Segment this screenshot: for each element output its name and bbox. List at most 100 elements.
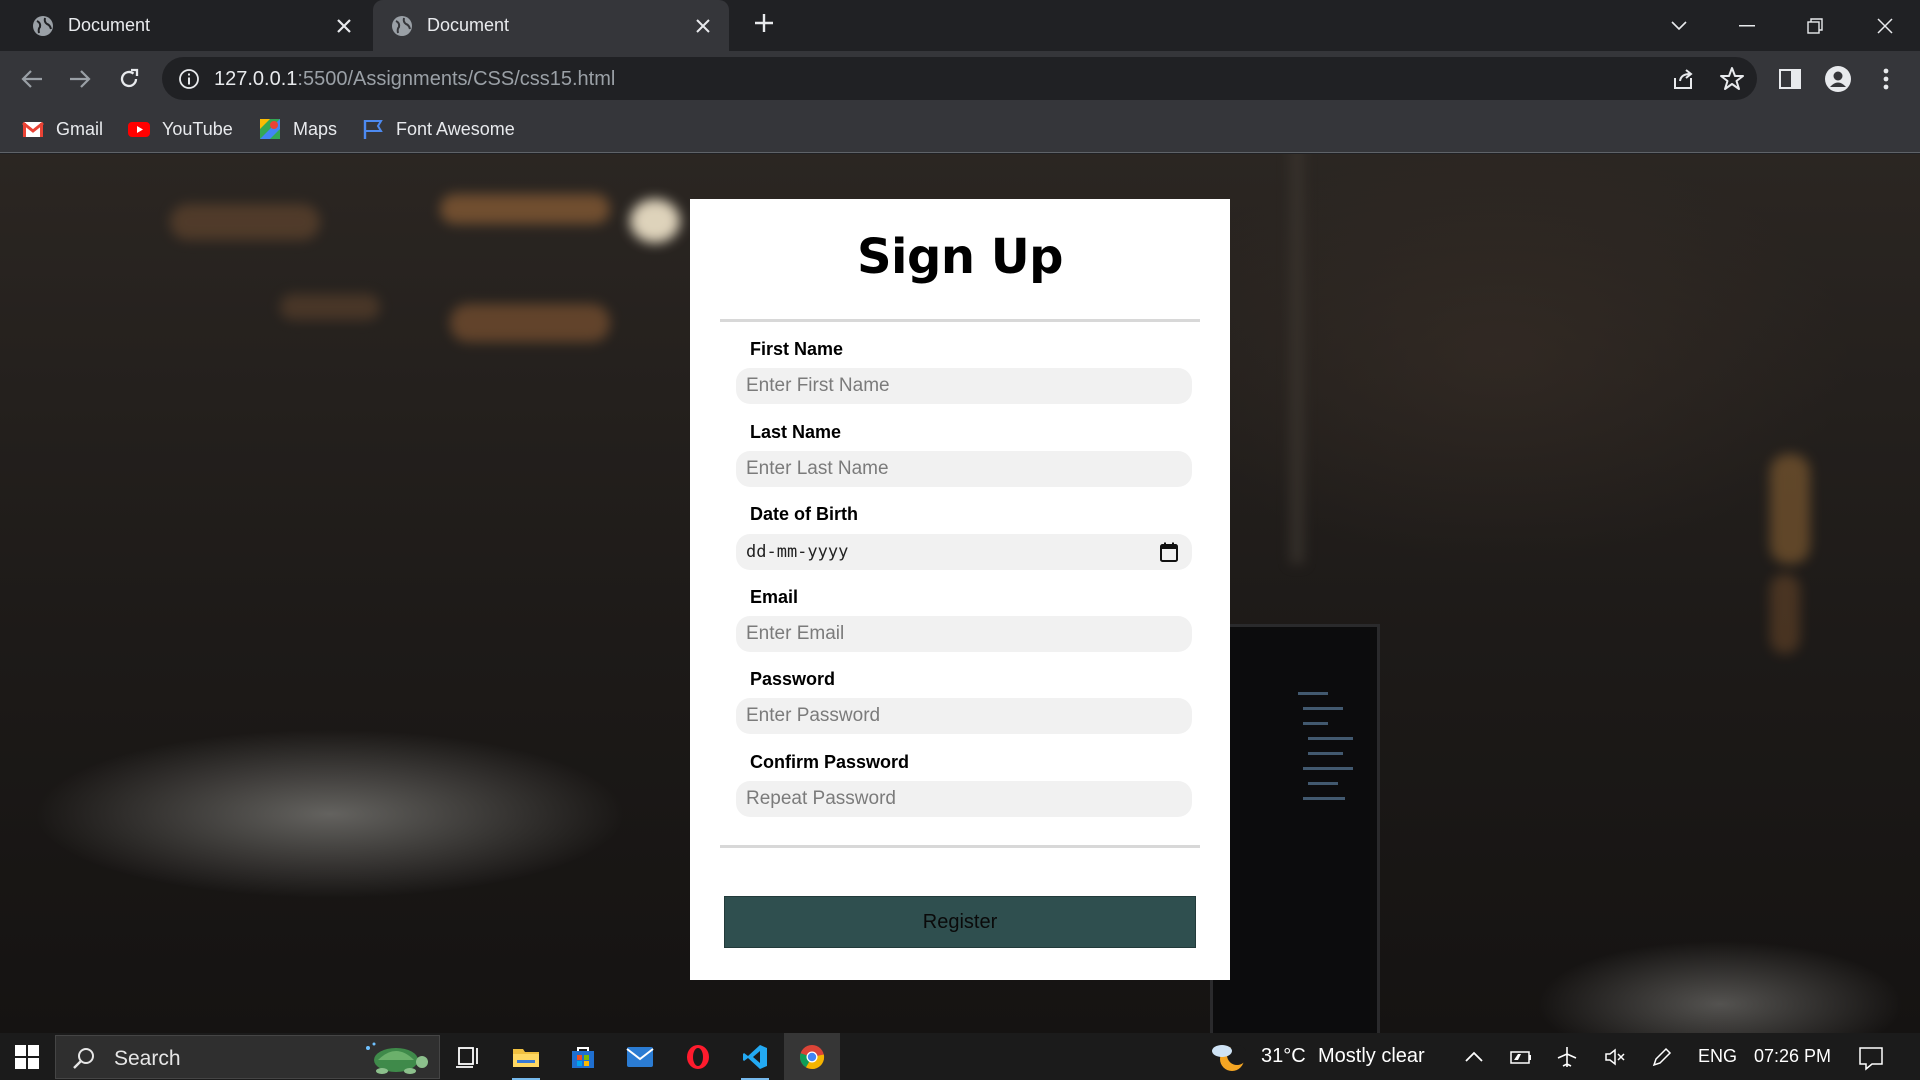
background-code-line [1308,782,1338,785]
task-view-button[interactable] [450,1039,486,1075]
volume-muted-icon[interactable] [1603,1045,1627,1069]
arrow-left-icon [21,70,42,88]
profile-button[interactable] [1822,63,1854,95]
background-code-line [1303,797,1345,800]
vscode-button[interactable] [737,1039,773,1080]
reload-button[interactable] [113,63,145,95]
tab-search-button[interactable] [1661,8,1697,44]
background-lamp [630,199,680,243]
store-button[interactable] [565,1039,601,1075]
url-host: 127.0.0.1 [214,68,298,90]
tab-close-icon[interactable] [691,14,715,38]
pen-icon[interactable] [1650,1045,1674,1069]
store-icon [572,1047,594,1068]
tab-close-icon[interactable] [332,14,356,38]
bookmarks-bar: Gmail YouTube Maps Font Awesome [0,106,1920,153]
notifications-icon[interactable] [1858,1045,1884,1071]
bookmark-label: YouTube [162,118,233,139]
search-icon [73,1048,94,1069]
minimize-icon [1739,25,1755,27]
first-name-input[interactable] [736,368,1192,404]
info-icon[interactable] [178,68,200,90]
background-light [450,304,610,342]
background-code-line [1303,707,1343,710]
new-tab-button[interactable] [748,10,780,42]
bookmark-gmail[interactable]: Gmail [22,116,103,142]
close-icon [1877,18,1893,34]
email-label: Email [750,587,799,607]
confirm-password-input[interactable] [736,781,1192,817]
bookmark-star-icon[interactable] [1719,66,1745,92]
turtle-icon [366,1042,428,1074]
taskbar-search[interactable]: Search [55,1035,440,1079]
side-panel-icon [1779,69,1801,89]
email-input[interactable] [736,616,1192,652]
mail-icon [626,1047,654,1067]
weather-temperature[interactable]: 31°C [1261,1045,1306,1068]
maps-icon [260,119,280,139]
language-indicator[interactable]: ENG [1698,1046,1737,1067]
weather-condition[interactable]: Mostly clear [1318,1045,1425,1068]
vscode-icon [743,1045,767,1069]
weather-moon-cloud-icon[interactable] [1210,1041,1246,1075]
mail-button[interactable] [622,1039,658,1075]
share-icon[interactable] [1671,66,1697,92]
close-window-button[interactable] [1867,8,1903,44]
restore-button[interactable] [1797,8,1833,44]
tab-title: Document [68,15,151,35]
task-view-icon [456,1047,478,1068]
chevron-down-icon [1671,21,1687,31]
tab-document-2[interactable]: Document [373,0,729,51]
background-code-line [1298,692,1328,695]
signup-card: Sign Up First Name Last Name Date of Bir… [690,199,1230,980]
tab-title: Document [427,15,510,35]
top-divider [720,319,1200,322]
airplane-mode-icon[interactable] [1555,1045,1579,1069]
bookmark-label: Gmail [56,118,104,139]
opera-icon [687,1045,709,1069]
minimize-button[interactable] [1729,8,1765,44]
side-panel-button[interactable] [1774,63,1806,95]
browser-tabstrip: Document Document [0,0,1920,51]
confirm-password-label: Confirm Password [750,752,910,772]
chrome-icon [800,1044,825,1069]
forward-button[interactable] [64,63,96,95]
opera-button[interactable] [680,1039,716,1075]
register-button[interactable]: Register [724,896,1196,948]
back-button[interactable] [16,63,48,95]
background-code-line [1308,752,1343,755]
bookmark-maps[interactable]: Maps [259,116,337,142]
url-text: 127.0.0.1:5500/Assignments/CSS/css15.htm… [214,68,615,91]
last-name-label: Last Name [750,422,842,442]
background-light [440,194,610,224]
youtube-icon [128,122,150,137]
chrome-button[interactable] [784,1033,840,1080]
bookmark-youtube[interactable]: YouTube [128,116,233,142]
background-code-line [1303,722,1328,725]
chevron-up-icon[interactable] [1462,1045,1486,1069]
clock[interactable]: 07:26 PM [1754,1046,1831,1067]
menu-button[interactable] [1870,63,1902,95]
profile-avatar-icon [1825,66,1851,92]
background-code-line [1308,737,1353,740]
start-button[interactable] [0,1033,54,1080]
arrow-right-icon [70,70,91,88]
tab-document-1[interactable]: Document [14,0,370,51]
windows-taskbar: Search 31°C Mostly clear ENG 07:26 PM [0,1033,1920,1080]
signup-title: Sign Up [856,229,1064,285]
address-bar[interactable]: 127.0.0.1:5500/Assignments/CSS/css15.htm… [162,57,1757,100]
background-light [1770,574,1800,654]
dob-input[interactable]: dd-mm-yyyy [736,534,1192,570]
background-code-line [1303,767,1353,770]
calendar-icon[interactable] [1160,542,1178,562]
file-explorer-icon [513,1049,539,1067]
battery-icon[interactable] [1508,1045,1532,1069]
bookmark-label: Font Awesome [396,118,515,139]
dob-label: Date of Birth [750,504,858,524]
background-light [170,204,320,240]
globe-icon [392,15,412,36]
last-name-input[interactable] [736,451,1192,487]
password-input[interactable] [736,698,1192,734]
bookmark-font-awesome[interactable]: Font Awesome [362,116,515,142]
file-explorer-button[interactable] [508,1039,544,1080]
